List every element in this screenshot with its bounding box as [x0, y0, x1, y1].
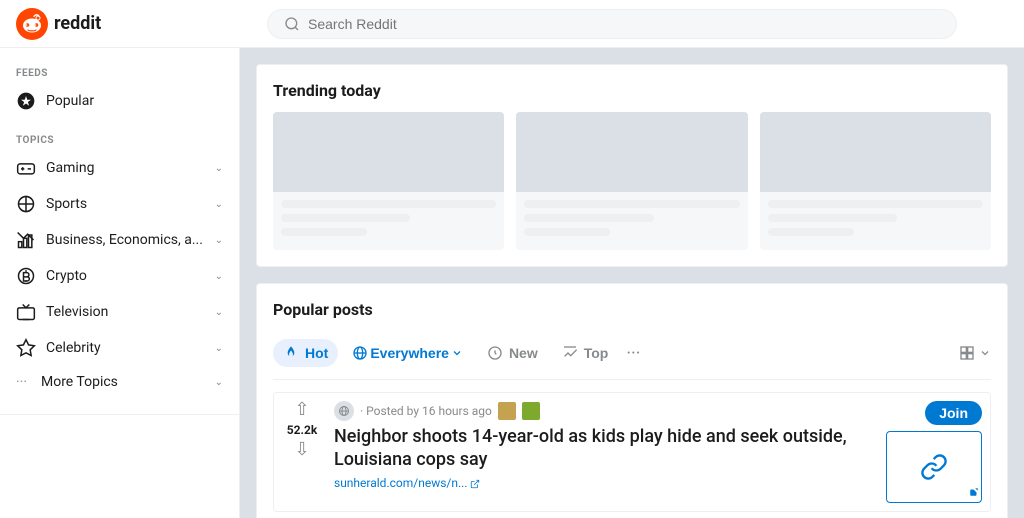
main-content: Trending today [240, 48, 1024, 518]
posts-tabs: Hot Everywhere [273, 331, 991, 380]
sidebar-item-sports-label: Sports [46, 196, 87, 212]
everywhere-chevron-icon [451, 347, 463, 359]
search-bar[interactable] [267, 9, 957, 39]
skeleton-line [281, 214, 410, 222]
sports-chevron-icon: ⌄ [215, 199, 223, 210]
fire-icon [283, 345, 299, 361]
television-chevron-icon: ⌄ [215, 307, 223, 318]
business-icon [16, 230, 36, 250]
sidebar-item-gaming[interactable]: Gaming ⌄ [0, 150, 239, 186]
skeleton-line [768, 214, 897, 222]
link-thumbnail-icon [920, 453, 948, 481]
skeleton-line [524, 200, 739, 208]
external-link-icon [470, 479, 480, 489]
sidebar-item-celebrity-label: Celebrity [46, 340, 101, 356]
trending-cards [273, 112, 991, 250]
post-item: ⇧ 52.2k ⇩ · Posted by 16 hours a [273, 392, 991, 512]
search-input[interactable] [308, 16, 940, 32]
skeleton-line [524, 228, 610, 236]
join-button[interactable]: Join [925, 401, 982, 425]
layout-chevron-icon [979, 347, 991, 359]
downvote-button[interactable]: ⇩ [294, 441, 309, 459]
celebrity-icon [16, 338, 36, 358]
tab-more-dots[interactable]: ··· [626, 343, 640, 364]
sidebar-item-popular[interactable]: Popular [0, 83, 239, 119]
top-icon [562, 345, 578, 361]
business-chevron-icon: ⌄ [215, 235, 223, 246]
new-icon [487, 345, 503, 361]
sports-icon [16, 194, 36, 214]
tab-new[interactable]: New [477, 339, 548, 367]
main-layout: FEEDS Popular TOPICS [0, 48, 1024, 518]
post-content: · Posted by 16 hours ago Neighbor shoots… [334, 401, 870, 503]
logo-text: reddit [54, 13, 101, 34]
sidebar-item-crypto-label: Crypto [46, 268, 87, 284]
trending-card-image-1 [273, 112, 504, 192]
post-link[interactable]: sunherald.com/news/n... [334, 476, 870, 490]
sidebar-item-business-label: Business, Economics, a... [46, 232, 203, 248]
trending-card-2[interactable] [516, 112, 747, 250]
globe-icon [352, 345, 368, 361]
sidebar-item-business[interactable]: Business, Economics, a... ⌄ [0, 222, 239, 258]
sidebar-item-sports[interactable]: Sports ⌄ [0, 186, 239, 222]
skeleton-line [281, 200, 496, 208]
sidebar-item-television[interactable]: Television ⌄ [0, 294, 239, 330]
popular-posts-section: Popular posts Hot Everywher [256, 283, 1008, 518]
skeleton-line [768, 200, 983, 208]
tab-hot[interactable]: Hot [273, 339, 338, 367]
sidebar-item-crypto[interactable]: Crypto ⌄ [0, 258, 239, 294]
topics-section-label: TOPICS [0, 127, 239, 150]
post-title[interactable]: Neighbor shoots 14-year-old as kids play… [334, 425, 870, 472]
popular-posts-title: Popular posts [273, 300, 991, 319]
trending-card-image-2 [516, 112, 747, 192]
post-vote: ⇧ 52.2k ⇩ [282, 401, 322, 503]
trending-card-3[interactable] [760, 112, 991, 250]
crypto-icon [16, 266, 36, 286]
trending-title: Trending today [273, 81, 991, 100]
more-topics-chevron-icon: ⌄ [215, 377, 223, 388]
skeleton-line [768, 228, 854, 236]
feeds-section-label: FEEDS [0, 60, 239, 83]
trending-card-1[interactable] [273, 112, 504, 250]
gaming-icon [16, 158, 36, 178]
upvote-button[interactable]: ⇧ [294, 401, 309, 419]
community-icon [334, 401, 354, 421]
sidebar: FEEDS Popular TOPICS [0, 48, 240, 518]
crypto-chevron-icon: ⌄ [215, 271, 223, 282]
user-icon-2 [522, 402, 540, 420]
sidebar-item-gaming-label: Gaming [46, 160, 94, 176]
trending-card-image-3 [760, 112, 991, 192]
sidebar-item-television-label: Television [46, 304, 108, 320]
logo-area[interactable]: reddit [16, 8, 216, 40]
thumbnail-external-icon [969, 487, 979, 500]
more-topics-dots-icon: ··· [16, 374, 27, 390]
tab-layout-toggle[interactable] [959, 345, 991, 361]
sidebar-item-more-topics[interactable]: ··· More Topics ⌄ [0, 366, 239, 398]
post-meta: · Posted by 16 hours ago [334, 401, 870, 421]
layout-icon [959, 345, 975, 361]
post-thumbnail[interactable] [886, 431, 982, 503]
reddit-logo-icon [16, 8, 48, 40]
gaming-chevron-icon: ⌄ [215, 163, 223, 174]
sidebar-item-popular-label: Popular [46, 93, 94, 109]
trending-section: Trending today [256, 64, 1008, 267]
tab-everywhere-dropdown[interactable]: Everywhere [342, 339, 473, 367]
television-icon [16, 302, 36, 322]
popular-icon [16, 91, 36, 111]
tab-top[interactable]: Top [552, 339, 619, 367]
vote-count: 52.2k [287, 423, 318, 437]
sidebar-item-celebrity[interactable]: Celebrity ⌄ [0, 330, 239, 366]
post-right-actions: Join [882, 401, 982, 503]
top-navigation: reddit [0, 0, 1024, 48]
search-icon [284, 16, 300, 32]
sidebar-item-more-topics-label: More Topics [41, 374, 118, 390]
celebrity-chevron-icon: ⌄ [215, 343, 223, 354]
skeleton-line [281, 228, 367, 236]
user-icon-1 [498, 402, 516, 420]
post-time: · Posted by 16 hours ago [360, 404, 492, 418]
skeleton-line [524, 214, 653, 222]
